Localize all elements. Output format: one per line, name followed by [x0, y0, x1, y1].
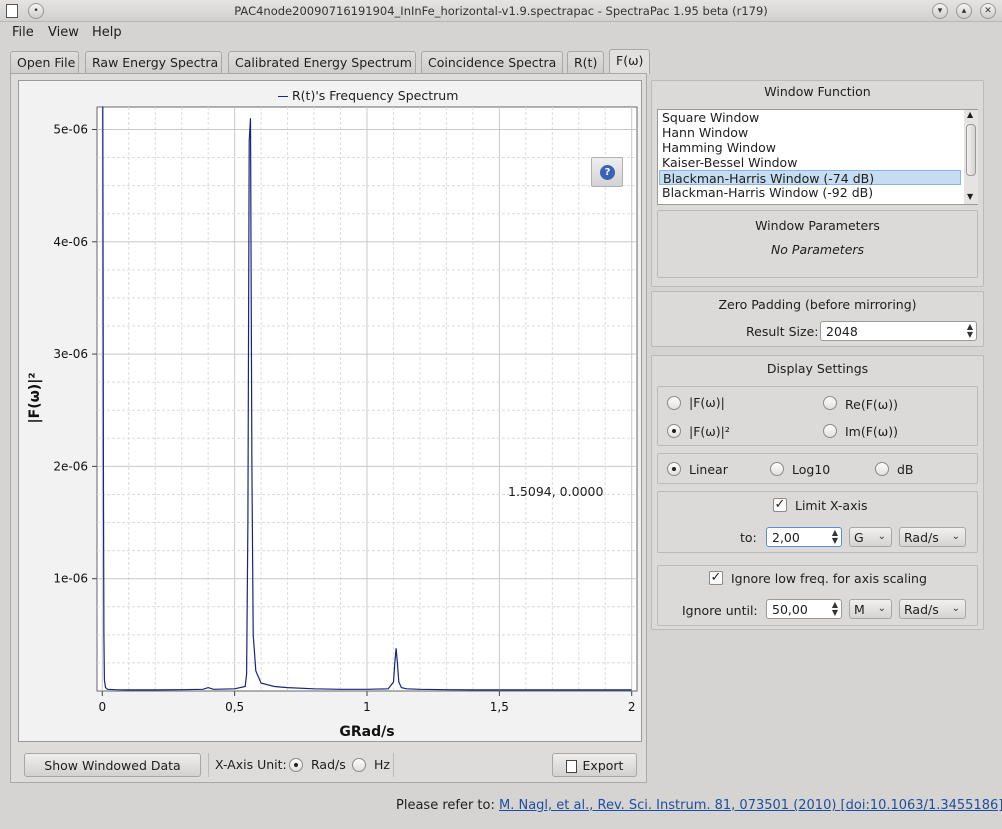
chart-legend: R(t)'s Frequency Spectrum	[278, 88, 458, 103]
list-item[interactable]: Hamming Window	[659, 140, 961, 155]
radio-im[interactable]	[823, 424, 837, 438]
radio-db[interactable]	[875, 462, 889, 476]
status-bar: Please refer to: M. Nagl, et al., Rev. S…	[396, 798, 1002, 813]
window-parameters-title: Window Parameters	[755, 218, 880, 233]
help-icon: ?	[600, 165, 615, 180]
scroll-down-icon[interactable]: ▼	[967, 192, 973, 201]
spinner-icon[interactable]: ▲ ▼	[832, 529, 838, 545]
limit-x-label: Limit X-axis	[795, 498, 868, 513]
menu-bar: File View Help	[0, 22, 1002, 44]
spinner-icon[interactable]: ▲ ▼	[832, 601, 838, 617]
panel-splitter[interactable]	[646, 80, 650, 780]
list-item[interactable]: Blackman-Harris Window (-92 dB)	[659, 185, 961, 200]
radio-log10-label: Log10	[792, 462, 831, 477]
window-title: PAC4node20090716191904_InInFe_horizontal…	[234, 4, 768, 18]
radio-abs-squared-label: |F(ω)|²	[689, 424, 730, 439]
list-item[interactable]: Hann Window	[659, 125, 961, 140]
radio-log10[interactable]	[770, 462, 784, 476]
display-mode-box: |F(ω)| Re(F(ω)) |F(ω)|² Im(F(ω))	[657, 386, 978, 446]
chevron-down-icon: ⌄	[951, 603, 960, 614]
zero-padding-title: Zero Padding (before mirroring)	[718, 297, 917, 312]
chevron-down-icon: ⌄	[951, 531, 960, 542]
ignore-until-value: 50,00	[772, 602, 808, 617]
radio-abs-squared[interactable]	[667, 424, 681, 438]
ignore-unit: Rad/s	[904, 602, 939, 617]
limit-x-unit-select[interactable]: Rad/s ⌄	[899, 527, 966, 547]
radio-linear-label: Linear	[689, 462, 728, 477]
limit-x-value: 2,00	[772, 530, 800, 545]
maximize-icon[interactable]: ▴	[956, 3, 972, 19]
export-label: Export	[582, 758, 624, 773]
ignore-until-spinbox[interactable]: 50,00 ▲ ▼	[766, 599, 842, 619]
export-button[interactable]: Export	[552, 753, 637, 777]
chevron-down-icon: ⌄	[877, 603, 886, 614]
result-size-label: Result Size:	[746, 324, 819, 339]
coordinate-readout: 1.5094, 0.0000	[508, 484, 604, 499]
ignore-unit-select[interactable]: Rad/s ⌄	[899, 599, 966, 619]
citation-link[interactable]: M. Nagl, et al., Rev. Sci. Instrum. 81, …	[499, 798, 1002, 813]
scroll-thumb[interactable]	[966, 124, 976, 176]
scroll-up-icon[interactable]: ▲	[967, 110, 973, 119]
plot-help-button[interactable]: ?	[591, 157, 623, 187]
radio-db-label: dB	[897, 462, 914, 477]
radio-rads[interactable]	[289, 758, 303, 772]
radio-im-label: Im(F(ω))	[845, 424, 899, 439]
radio-rads-label: Rad/s	[311, 757, 346, 772]
spinner-icon[interactable]: ▲ ▼	[967, 323, 973, 339]
radio-re-label: Re(F(ω))	[845, 397, 898, 412]
list-item[interactable]: Kaiser-Bessel Window	[659, 155, 961, 170]
list-scrollbar[interactable]: ▲ ▼	[964, 110, 978, 204]
scale-box: Linear Log10 dB	[657, 453, 978, 484]
title-bar: • PAC4node20090716191904_InInFe_horizont…	[0, 0, 1002, 22]
status-prefix: Please refer to:	[396, 798, 495, 813]
tab-fomega[interactable]: F(ω)	[609, 49, 650, 74]
radio-hz-label: Hz	[374, 757, 390, 772]
list-item[interactable]: Square Window	[659, 110, 961, 125]
xaxis-unit-group: X-Axis Unit: Rad/s Hz	[208, 753, 394, 777]
limit-x-checkbox[interactable]: ✓	[773, 498, 787, 512]
tab-open-file[interactable]: Open File	[10, 51, 79, 73]
legend-label: R(t)'s Frequency Spectrum	[292, 88, 459, 103]
radio-linear[interactable]	[667, 462, 681, 476]
export-icon	[565, 760, 577, 773]
menu-file[interactable]: File	[12, 25, 34, 40]
minimize-icon[interactable]: ▾	[932, 3, 948, 19]
tab-calibrated-energy-spectrum[interactable]: Calibrated Energy Spectrum	[228, 51, 416, 73]
window-parameters-text: No Parameters	[770, 242, 865, 257]
menu-view[interactable]: View	[48, 25, 79, 40]
limit-x-prefix-select[interactable]: G ⌄	[849, 527, 892, 547]
radio-abs[interactable]	[667, 396, 681, 410]
tab-raw-energy-spectra[interactable]: Raw Energy Spectra	[85, 51, 222, 73]
window-function-list[interactable]: Square Window Hann Window Hamming Window…	[657, 109, 978, 205]
tab-rt[interactable]: R(t)	[567, 51, 604, 73]
limit-x-value-spinbox[interactable]: 2,00 ▲ ▼	[766, 527, 842, 547]
tab-coincidence-spectra[interactable]: Coincidence Spectra	[421, 51, 563, 73]
show-windowed-data-button[interactable]: Show Windowed Data	[24, 753, 201, 777]
ignore-low-label: Ignore low freq. for axis scaling	[731, 571, 927, 586]
limit-x-unit: Rad/s	[904, 530, 939, 545]
display-settings-title: Display Settings	[766, 361, 869, 376]
radio-hz[interactable]	[352, 758, 366, 772]
chevron-down-icon: ⌄	[877, 531, 886, 542]
ignore-prefix-select[interactable]: M ⌄	[849, 599, 892, 619]
xaxis-unit-label: X-Axis Unit:	[215, 757, 287, 772]
window-function-title: Window Function	[764, 84, 871, 99]
radio-re[interactable]	[823, 396, 837, 410]
ignore-until-label: Ignore until:	[682, 603, 758, 618]
chart-frame	[18, 80, 642, 742]
ignore-low-checkbox[interactable]: ✓	[709, 571, 723, 585]
radio-abs-label: |F(ω)|	[689, 395, 725, 410]
menu-help[interactable]: Help	[92, 25, 122, 40]
ignore-prefix: M	[854, 602, 865, 617]
window-parameters-group: Window Parameters No Parameters	[657, 210, 978, 278]
result-size-spinbox[interactable]: 2048 ▲ ▼	[820, 321, 977, 341]
limit-x-to-label: to:	[740, 530, 757, 545]
close-icon[interactable]: ✕	[980, 3, 996, 19]
legend-line-icon	[278, 96, 288, 97]
list-item-selected[interactable]: Blackman-Harris Window (-74 dB)	[659, 170, 961, 186]
result-size-value: 2048	[826, 324, 858, 339]
limit-x-prefix: G	[854, 530, 864, 545]
